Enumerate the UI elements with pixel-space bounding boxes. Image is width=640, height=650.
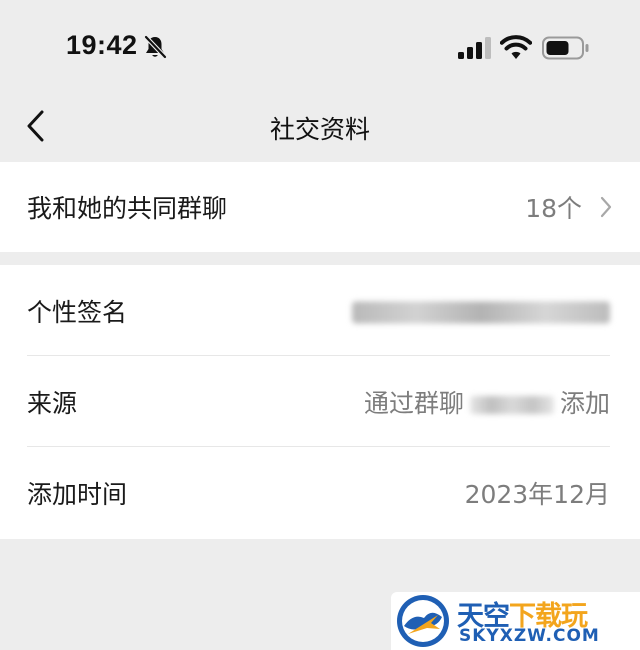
chevron-right-icon — [600, 196, 612, 218]
signature-value — [352, 296, 610, 325]
redacted-group-name — [469, 395, 554, 414]
group-chat-count: 18个 — [525, 194, 582, 223]
sky-logo-icon — [397, 595, 449, 647]
signal-icon — [458, 37, 491, 59]
source-row: 来源 通过群聊 添加 — [0, 356, 640, 447]
common-group-chats-label: 我和她的共同群聊 — [27, 194, 228, 223]
source-label: 来源 — [27, 388, 78, 418]
redacted-signature — [352, 301, 610, 323]
added-time-row: 添加时间 2023年12月 — [0, 447, 640, 538]
source-prefix: 通过群聊 — [363, 388, 464, 418]
signature-row: 个性签名 — [0, 265, 640, 356]
profile-info-card: 个性签名 来源 通过群聊 添加 添加时间 2023年12月 — [0, 265, 640, 539]
source-suffix: 添加 — [559, 388, 610, 418]
site-watermark: 天空下载玩 SKYXZW.COM — [391, 592, 640, 650]
source-value: 通过群聊 添加 — [364, 384, 610, 420]
bell-slash-icon — [143, 34, 168, 60]
nav-bar: 社交资料 — [0, 96, 640, 160]
battery-icon — [542, 36, 589, 60]
status-time: 19:42 — [66, 30, 138, 60]
page-title: 社交资料 — [269, 115, 370, 144]
added-time-value: 2023年12月 — [464, 479, 610, 509]
added-time-label: 添加时间 — [27, 479, 128, 509]
watermark-domain: SKYXZW.COM — [459, 626, 600, 646]
common-group-chats-row[interactable]: 我和她的共同群聊 18个 — [0, 162, 640, 252]
wifi-icon — [500, 35, 532, 59]
signature-label: 个性签名 — [27, 297, 128, 327]
status-bar: 19:42 — [0, 0, 640, 96]
